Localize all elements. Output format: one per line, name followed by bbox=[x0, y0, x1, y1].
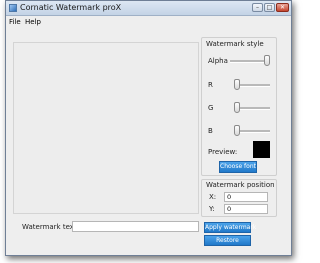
title-bar[interactable]: Cornatic Watermark proX – □ ✕ bbox=[6, 1, 291, 16]
menu-bar: File Help bbox=[6, 16, 291, 27]
r-slider[interactable] bbox=[234, 79, 270, 91]
apply-watermark-button[interactable]: Apply watermark bbox=[204, 222, 256, 233]
watermark-text-label: Watermark text: bbox=[22, 223, 80, 231]
window-title: Cornatic Watermark proX bbox=[20, 3, 122, 12]
r-slider-thumb[interactable] bbox=[234, 79, 240, 90]
close-button[interactable]: ✕ bbox=[276, 3, 289, 12]
maximize-button[interactable]: □ bbox=[264, 3, 275, 12]
alpha-label: Alpha bbox=[208, 57, 228, 65]
r-label: R bbox=[208, 81, 213, 89]
minimize-button[interactable]: – bbox=[252, 3, 263, 12]
b-slider-thumb[interactable] bbox=[234, 125, 240, 136]
preview-label: Preview: bbox=[208, 148, 238, 156]
menu-file[interactable]: File bbox=[9, 18, 21, 26]
g-slider-thumb[interactable] bbox=[234, 102, 240, 113]
app-icon bbox=[9, 4, 17, 12]
x-label: X: bbox=[209, 193, 217, 201]
b-label: B bbox=[208, 127, 213, 135]
g-slider[interactable] bbox=[234, 102, 270, 114]
watermark-text-input[interactable] bbox=[72, 221, 199, 232]
restore-button[interactable]: Restore bbox=[204, 235, 251, 246]
watermark-position-title: Watermark position bbox=[206, 181, 275, 189]
watermark-style-panel: Watermark style Alpha R G B Preview: Cho… bbox=[201, 37, 277, 176]
alpha-slider[interactable] bbox=[230, 55, 270, 67]
watermark-style-title: Watermark style bbox=[206, 40, 264, 48]
alpha-slider-thumb[interactable] bbox=[264, 55, 270, 66]
b-slider[interactable] bbox=[234, 125, 270, 137]
choose-font-button[interactable]: Choose font bbox=[219, 161, 257, 173]
x-input[interactable] bbox=[224, 192, 268, 202]
y-input[interactable] bbox=[224, 204, 268, 214]
watermark-position-panel: Watermark position X: Y: bbox=[201, 179, 277, 217]
y-label: Y: bbox=[209, 205, 215, 213]
g-label: G bbox=[208, 104, 214, 112]
image-canvas[interactable] bbox=[13, 42, 199, 214]
preview-swatch bbox=[253, 141, 270, 158]
menu-help[interactable]: Help bbox=[25, 18, 41, 26]
